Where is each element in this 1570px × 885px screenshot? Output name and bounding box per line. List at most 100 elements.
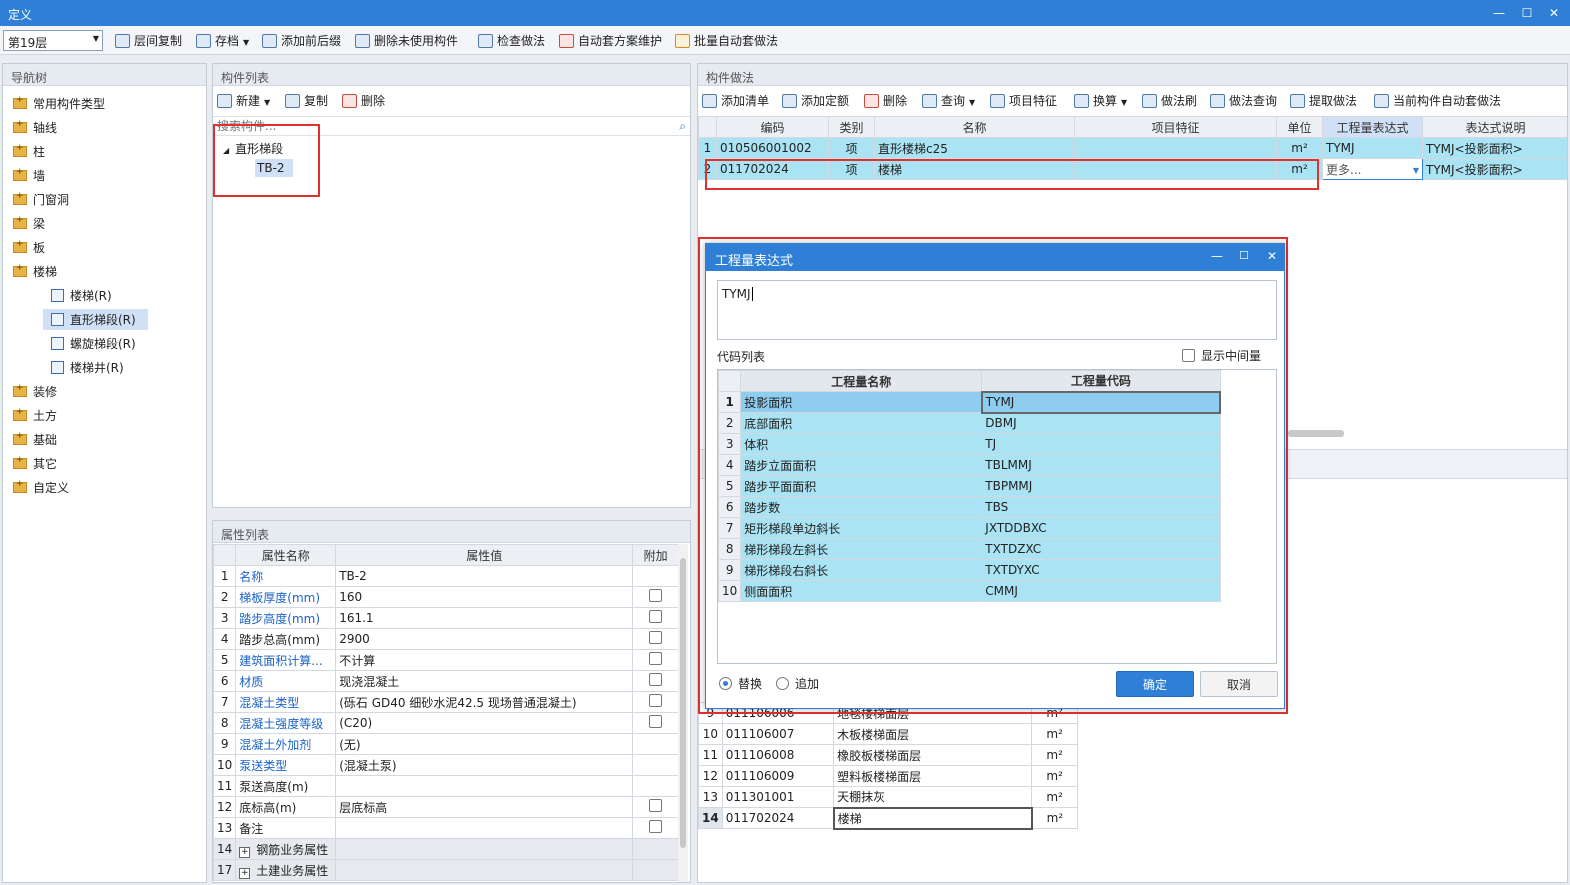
method-row[interactable]: 1 010506001002 项直形楼梯c25 m² TYMJ TYMJ<投影面积> — [698, 137, 1567, 159]
append-cell[interactable] — [632, 859, 679, 881]
property-row[interactable]: 13 备注 — [213, 817, 679, 839]
minimize-icon[interactable]: — — [1211, 249, 1223, 263]
property-row[interactable]: 8 混凝土强度等级 (C20) — [213, 712, 679, 734]
property-value[interactable]: 2900 — [335, 628, 634, 650]
method-toolbar-button[interactable]: 做法刷 — [1142, 91, 1197, 111]
quantity-name[interactable]: 踏步数 — [740, 496, 983, 518]
append-cell[interactable] — [632, 565, 679, 587]
property-row[interactable]: 11 泵送高度(m) — [213, 775, 679, 797]
auto-scheme-button[interactable]: 自动套方案维护 — [559, 31, 662, 51]
quantity-name[interactable]: 投影面积 — [740, 391, 983, 413]
expression-cell[interactable]: 更多... ▼ — [1322, 158, 1423, 180]
name-cell[interactable]: 天棚抹灰 — [833, 786, 1033, 808]
copy-between-floors-button[interactable]: 层间复制 — [115, 31, 182, 51]
expand-icon[interactable]: + — [239, 867, 251, 879]
property-value[interactable]: 161.1 — [335, 607, 634, 629]
code-row[interactable]: 5 踏步平面面积 TBPMMJ — [718, 475, 1221, 497]
list-row[interactable]: 11 011106008 橡胶板楼梯面层 m² — [698, 744, 1078, 766]
method-toolbar-button[interactable]: 添加清单 — [702, 91, 769, 111]
quantity-name[interactable]: 底部面积 — [740, 412, 983, 434]
property-row[interactable]: 10 泵送类型 (混凝土泵) — [213, 754, 679, 776]
code-row[interactable]: 8 梯形梯段左斜长 TXTDZXC — [718, 538, 1221, 560]
property-row[interactable]: 5 建筑面积计算... 不计算 — [213, 649, 679, 671]
append-cell[interactable] — [632, 817, 679, 839]
code-row[interactable]: 1 投影面积 TYMJ — [718, 390, 1222, 414]
quantity-name[interactable]: 梯形梯段右斜长 — [740, 559, 983, 581]
ok-button[interactable]: 确定 — [1116, 671, 1194, 697]
property-value[interactable]: (C20) — [335, 712, 634, 734]
quantity-name[interactable]: 侧面面积 — [740, 580, 983, 602]
nav-item-slab[interactable]: 板 — [13, 239, 45, 256]
quantity-code[interactable]: TXTDZXC — [981, 538, 1221, 560]
code-cell[interactable]: 011106009 — [721, 765, 835, 787]
property-value[interactable]: (无) — [335, 733, 634, 755]
checkbox[interactable] — [649, 673, 663, 686]
quantity-code[interactable]: JXTDDBXC — [981, 517, 1221, 539]
add-prefix-suffix-button[interactable]: 添加前后缀 — [262, 31, 341, 51]
show-mid-checkbox[interactable]: 显示中间量 — [1182, 347, 1261, 364]
quantity-name[interactable]: 矩形梯段单边斜长 — [740, 517, 983, 539]
checkbox[interactable] — [649, 652, 663, 665]
quantity-code[interactable]: DBMJ — [981, 412, 1221, 434]
property-value[interactable]: (砾石 GD40 细砂水泥42.5 现场普通混凝土) — [335, 691, 634, 713]
quantity-code[interactable]: TBLMMJ — [981, 454, 1221, 476]
name-cell[interactable]: 直形楼梯c25 — [874, 137, 1075, 159]
quantity-code[interactable]: TYMJ — [980, 390, 1222, 414]
search-icon[interactable]: ⌕ — [679, 119, 686, 134]
property-value[interactable]: 现浇混凝土 — [335, 670, 634, 692]
property-row[interactable]: 1 名称 TB-2 — [213, 565, 679, 587]
name-cell[interactable]: 楼梯 — [832, 806, 1033, 830]
property-value[interactable]: 不计算 — [335, 649, 634, 671]
append-cell[interactable] — [632, 712, 679, 734]
horizontal-scrollbar-thumb[interactable] — [1288, 430, 1344, 437]
checkbox[interactable] — [649, 589, 663, 602]
code-cell[interactable]: 011106008 — [721, 744, 835, 766]
code-row[interactable]: 6 踏步数 TBS — [718, 496, 1221, 518]
nav-item-column[interactable]: 柱 — [13, 143, 45, 160]
nav-sub-stair[interactable]: 楼梯(R) — [51, 287, 112, 304]
quantity-code[interactable]: CMMJ — [981, 580, 1221, 602]
quantity-name[interactable]: 体积 — [740, 433, 983, 455]
append-cell[interactable] — [632, 775, 679, 797]
nav-item-door-window[interactable]: 门窗洞 — [13, 191, 69, 208]
scrollbar-thumb[interactable] — [680, 558, 686, 848]
checkbox[interactable] — [649, 610, 663, 623]
method-toolbar-button[interactable]: 做法查询 — [1210, 91, 1277, 111]
description-cell[interactable]: TYMJ<投影面积> — [1422, 137, 1567, 159]
code-row[interactable]: 3 体积 TJ — [718, 433, 1221, 455]
feature-cell[interactable] — [1074, 137, 1277, 159]
code-cell[interactable]: 010506001002 — [716, 137, 829, 159]
expression-input[interactable]: TYMJ — [717, 280, 1277, 340]
unit-cell[interactable]: m² — [1276, 137, 1323, 159]
expression-cell[interactable]: TYMJ — [1322, 137, 1423, 159]
quantity-code[interactable]: TBPMMJ — [981, 475, 1221, 497]
delete-unused-button[interactable]: 删除未使用构件 — [355, 31, 458, 51]
property-row[interactable]: 14 + 钢筋业务属性 — [213, 838, 679, 860]
property-row[interactable]: 6 材质 现浇混凝土 — [213, 670, 679, 692]
batch-auto-method-button[interactable]: 批量自动套做法 — [675, 31, 778, 51]
checkbox[interactable] — [649, 715, 663, 728]
nav-item-stair[interactable]: 楼梯 — [13, 263, 57, 280]
property-value[interactable]: TB-2 — [335, 565, 634, 587]
append-cell[interactable] — [632, 649, 679, 671]
property-value[interactable]: 层底标高 — [335, 796, 634, 818]
nav-item-custom[interactable]: 自定义 — [13, 479, 69, 496]
property-value[interactable] — [335, 775, 634, 797]
list-row[interactable]: 12 011106009 塑料板楼梯面层 m² — [698, 765, 1078, 787]
replace-radio[interactable]: 替换 — [719, 675, 762, 692]
append-cell[interactable] — [632, 733, 679, 755]
method-toolbar-button[interactable]: 提取做法 — [1290, 91, 1357, 111]
nav-item-beam[interactable]: 梁 — [13, 215, 45, 232]
checkbox[interactable] — [649, 820, 663, 833]
property-value[interactable] — [335, 838, 634, 860]
code-row[interactable]: 7 矩形梯段单边斜长 JXTDDBXC — [718, 517, 1221, 539]
quantity-code[interactable]: TJ — [981, 433, 1221, 455]
append-cell[interactable] — [632, 586, 679, 608]
list-row[interactable]: 13 011301001 天棚抹灰 m² — [698, 786, 1078, 808]
property-row[interactable]: 3 踏步高度(mm) 161.1 — [213, 607, 679, 629]
code-row[interactable]: 10 侧面面积 CMMJ — [718, 580, 1221, 602]
delete-component-button[interactable]: 删除 — [342, 91, 385, 111]
property-row[interactable]: 17 + 土建业务属性 — [213, 859, 679, 881]
append-cell[interactable] — [632, 691, 679, 713]
name-cell[interactable]: 塑料板楼梯面层 — [833, 765, 1033, 787]
